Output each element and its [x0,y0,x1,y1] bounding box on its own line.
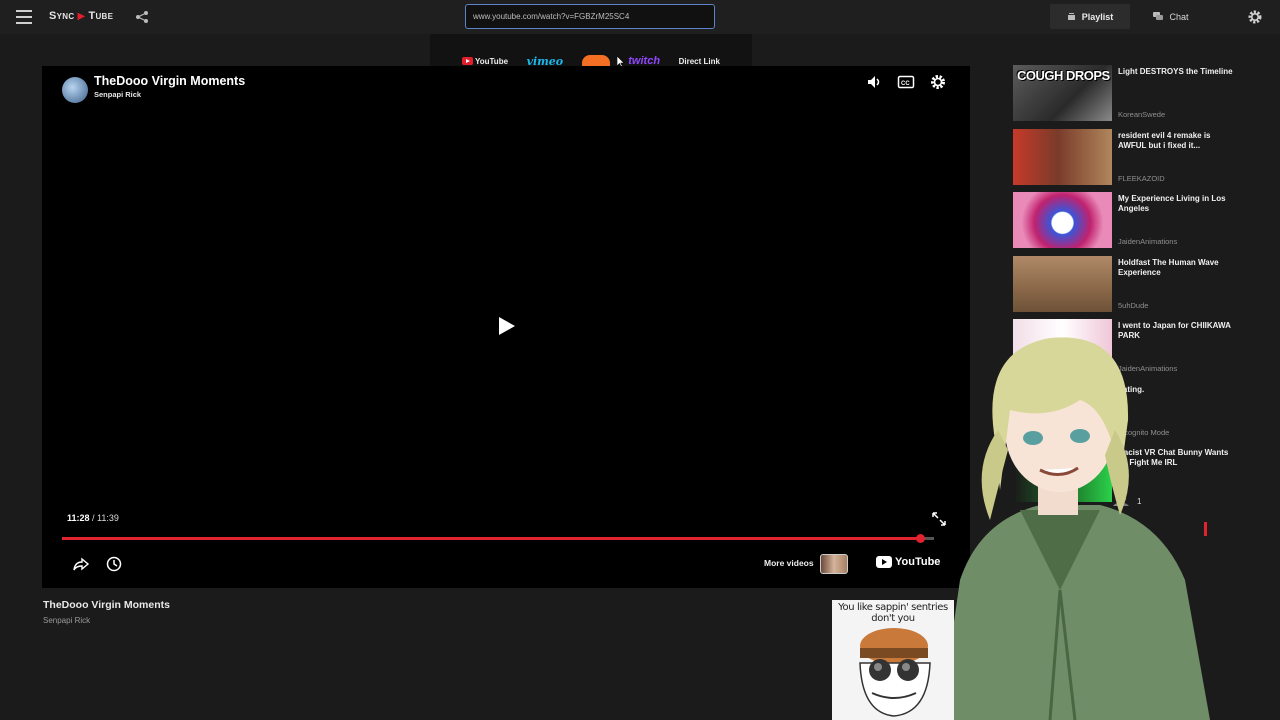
video-channel[interactable]: FLEEKAZOID [1118,174,1165,183]
related-video[interactable]: COUGH DROPS Light DESTROYS the Timeline … [1013,65,1235,129]
provider-direct-link[interactable]: Direct Link [679,57,720,66]
app-logo[interactable]: Sync ▶ Tube [49,10,113,22]
duration: 11:39 [97,513,119,523]
gear-icon[interactable] [1247,9,1263,25]
svg-text:CC: CC [901,81,910,87]
provider-label: YouTube [475,56,509,66]
brand-play-icon: ▶ [77,10,86,22]
time-display: 11:28 / 11:39 [67,513,119,523]
tab-playlist[interactable]: Playlist [1050,4,1130,29]
video-thumbnail[interactable] [1013,255,1112,312]
video-title[interactable]: Holdfast The Human Wave Experience [1118,258,1234,278]
video-channel[interactable]: Senpapi Rick [94,90,141,99]
video-thumbnail[interactable]: COUGH DROPS [1013,65,1112,121]
volume-icon[interactable] [865,73,883,91]
brand-left: Sync [49,10,75,22]
chat-icon [1153,12,1164,20]
video-title[interactable]: TheDooo Virgin Moments [94,74,245,88]
video-channel[interactable]: 5uhDude [1118,301,1148,310]
share-icon[interactable] [72,555,90,573]
youtube-icon [876,556,892,568]
page-title: TheDooo Virgin Moments [43,599,170,611]
pyro-goggles-icon [859,628,931,717]
current-time: 11:28 [67,513,90,523]
settings-icon[interactable] [929,73,947,91]
video-channel[interactable]: KoreanSwede [1118,110,1165,119]
more-videos-thumbnail[interactable] [820,554,848,574]
related-video[interactable]: My Experience Living in Los Angeles Jaid… [1013,192,1235,256]
video-title[interactable]: My Experience Living in Los Angeles [1118,194,1234,214]
video-player[interactable]: TheDooo Virgin Moments Senpapi Rick CC 1… [42,66,970,588]
related-video[interactable]: Holdfast The Human Wave Experience 5uhDu… [1013,255,1235,320]
video-thumbnail[interactable] [1013,192,1112,248]
video-title[interactable]: resident evil 4 remake is AWFUL but i fi… [1118,131,1234,151]
sticker-overlay: You like sappin' sentries don't you [832,600,954,720]
provider-youtube[interactable]: YouTube [462,57,508,66]
video-thumbnail[interactable] [1013,128,1112,185]
tab-label: Chat [1169,11,1189,22]
page-channel[interactable]: Senpapi Rick [43,616,90,625]
video-title[interactable]: Light DESTROYS the Timeline [1118,67,1234,77]
tab-chat[interactable]: Chat [1140,4,1202,29]
progress-fill [62,537,921,540]
watch-later-icon[interactable] [105,555,123,573]
youtube-icon [462,57,473,65]
brand-right: Tube [88,10,114,22]
thumbnail-text: COUGH DROPS [1017,68,1110,83]
share-icon[interactable] [135,10,149,24]
tab-label: Playlist [1081,11,1114,22]
play-icon[interactable] [499,317,515,335]
playlist-icon [1067,13,1075,20]
url-input[interactable] [465,4,715,29]
hamburger-icon[interactable] [16,10,32,24]
progress-bar[interactable] [62,534,934,543]
channel-avatar[interactable] [62,77,88,103]
top-bar: Sync ▶ Tube Playlist Chat [0,0,1280,34]
related-video[interactable]: resident evil 4 remake is AWFUL but i fi… [1013,128,1235,193]
video-channel[interactable]: JaidenAnimations [1118,237,1177,246]
more-videos-button[interactable]: More videos [764,558,814,568]
captions-icon[interactable]: CC [897,73,915,91]
time-separator: / [89,513,98,523]
